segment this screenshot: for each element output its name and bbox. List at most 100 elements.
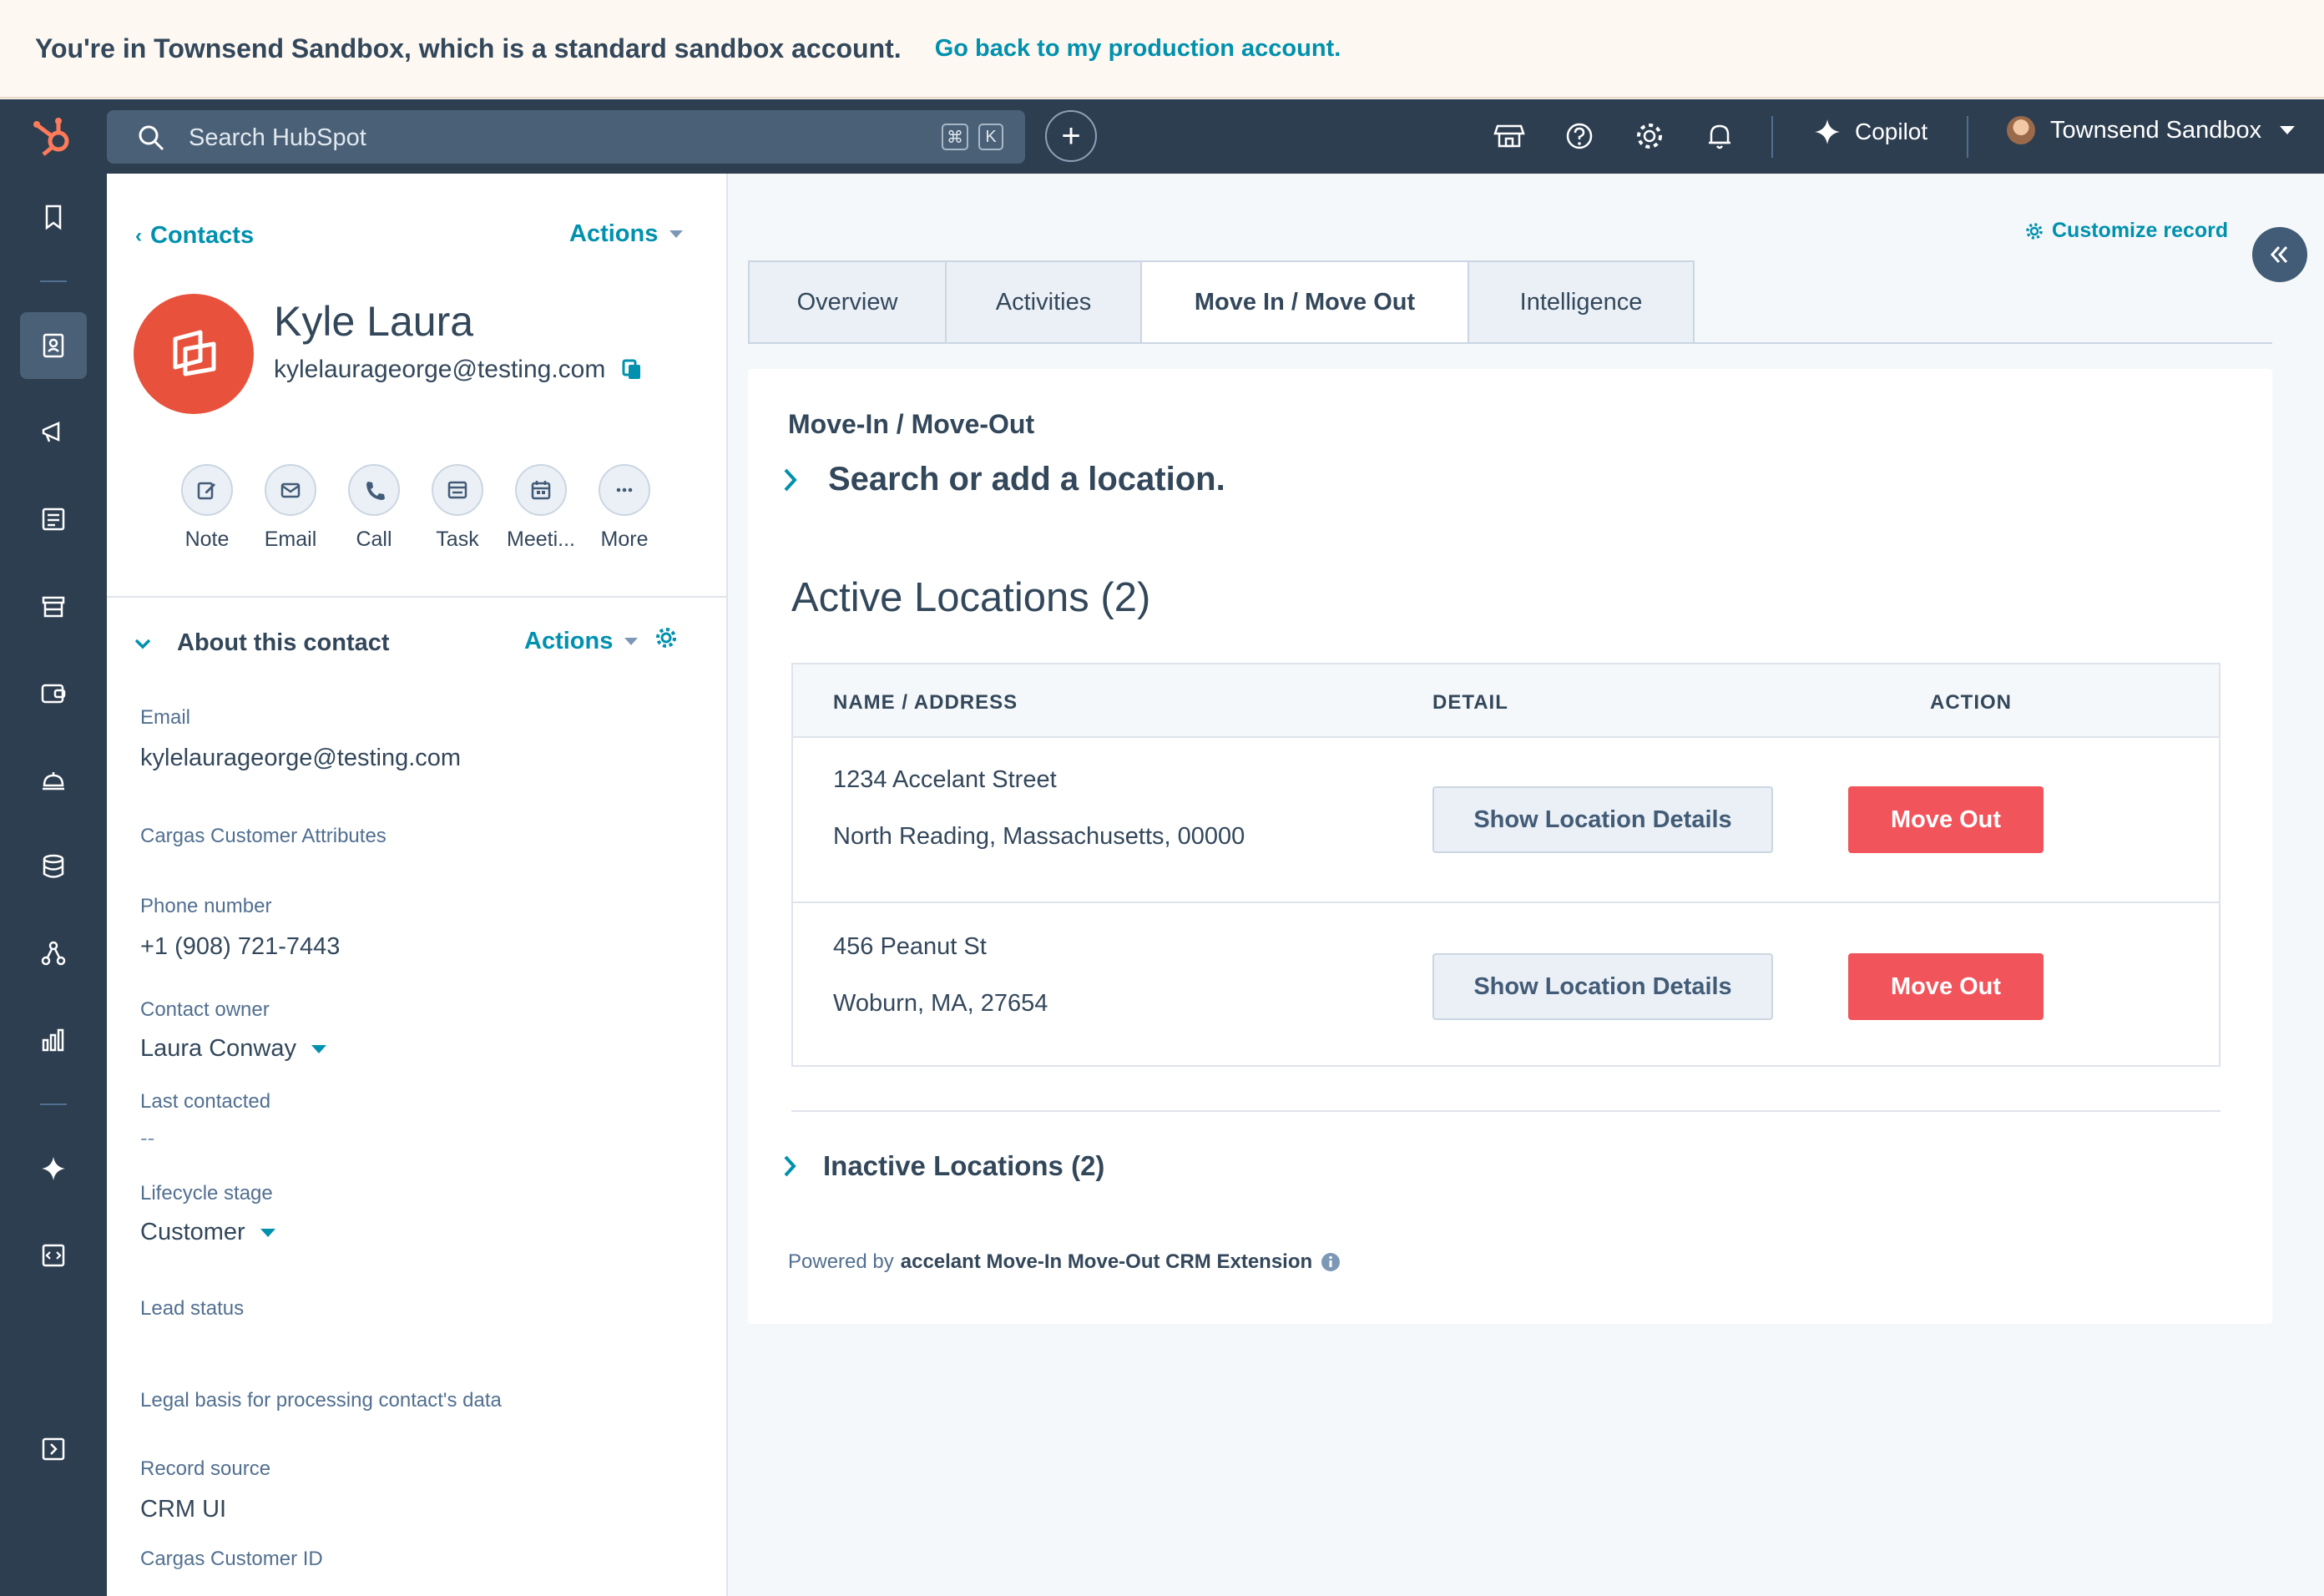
sidebar-item-breeze[interactable] bbox=[20, 1135, 87, 1202]
record-sidebar: ‹ Contacts Actions Kyle Laura kylelaurag… bbox=[107, 174, 728, 1596]
more-dots-icon bbox=[616, 487, 633, 492]
call-button[interactable] bbox=[348, 464, 400, 516]
show-location-details-button[interactable]: Show Location Details bbox=[1432, 953, 1773, 1020]
sidebar-divider bbox=[40, 280, 67, 282]
contact-owner-dropdown[interactable]: Laura Conway bbox=[140, 1035, 326, 1063]
settings-gear-icon[interactable] bbox=[1633, 119, 1666, 153]
chevron-right-icon bbox=[784, 468, 797, 491]
about-actions-dropdown[interactable]: Actions bbox=[524, 628, 639, 655]
address-line-1: 456 Peanut St bbox=[833, 933, 987, 960]
hubspot-logo-icon[interactable] bbox=[30, 116, 77, 158]
lifecycle-stage-dropdown[interactable]: Customer bbox=[140, 1219, 275, 1246]
tab-intelligence[interactable]: Intelligence bbox=[1468, 260, 1695, 344]
active-locations-title: Active Locations (2) bbox=[791, 575, 1151, 620]
chevron-right-icon bbox=[784, 1155, 796, 1177]
quick-action-more[interactable]: More bbox=[583, 464, 666, 552]
notifications-bell-icon[interactable] bbox=[1703, 119, 1736, 153]
quick-action-note[interactable]: Note bbox=[165, 464, 249, 552]
settings-gear-icon[interactable] bbox=[654, 626, 678, 649]
copilot-button[interactable]: Copilot bbox=[1813, 118, 1927, 146]
about-section-toggle[interactable]: About this contact bbox=[134, 629, 390, 657]
quick-action-task[interactable]: Task bbox=[416, 464, 499, 552]
storefront-icon bbox=[42, 596, 65, 618]
phone-number-value[interactable]: +1 (908) 721-7443 bbox=[140, 933, 340, 961]
task-button[interactable] bbox=[432, 464, 483, 516]
sidebar-item-service[interactable] bbox=[20, 746, 87, 813]
sidebar-item-automation[interactable] bbox=[20, 920, 87, 987]
quick-action-label: Email bbox=[264, 528, 317, 551]
collapse-panel-button[interactable] bbox=[2252, 227, 2307, 282]
property-label: Email bbox=[140, 706, 191, 729]
chevron-down-icon bbox=[2280, 126, 2296, 134]
sidebar-item-sales[interactable] bbox=[20, 659, 87, 726]
tab-activities[interactable]: Activities bbox=[945, 260, 1142, 344]
account-menu[interactable]: Townsend Sandbox bbox=[2007, 116, 2296, 144]
inactive-locations-toggle[interactable]: Inactive Locations (2) bbox=[781, 1150, 1104, 1182]
quick-action-meeting[interactable]: Meeti... bbox=[499, 464, 583, 552]
chevron-down-icon bbox=[134, 639, 151, 649]
sparkle-icon bbox=[1815, 119, 1840, 144]
phone-icon bbox=[366, 482, 385, 500]
marketplace-icon[interactable] bbox=[1493, 119, 1526, 153]
sidebar-nav bbox=[0, 174, 107, 1596]
sidebar-item-commerce[interactable] bbox=[20, 573, 87, 639]
quick-action-label: Note bbox=[184, 528, 230, 551]
move-out-button[interactable]: Move Out bbox=[1848, 786, 2044, 853]
caret-down-icon bbox=[624, 638, 639, 645]
search-location-toggle[interactable]: Search or add a location. bbox=[781, 461, 1225, 498]
scroll-fade bbox=[107, 1563, 726, 1596]
quick-action-call[interactable]: Call bbox=[332, 464, 416, 552]
info-icon[interactable] bbox=[1321, 1252, 1341, 1272]
back-to-contacts-link[interactable]: ‹ Contacts bbox=[135, 222, 254, 250]
wallet-icon bbox=[41, 684, 66, 704]
record-actions-dropdown[interactable]: Actions bbox=[569, 220, 684, 248]
record-source-value: CRM UI bbox=[140, 1496, 227, 1523]
create-new-button[interactable]: + bbox=[1045, 110, 1097, 162]
property-label: Last contacted bbox=[140, 1090, 271, 1113]
global-search[interactable]: ⌘ K bbox=[107, 110, 1025, 164]
content-icon bbox=[42, 508, 65, 531]
address-line-2: North Reading, Massachusetts, 00000 bbox=[833, 823, 1245, 850]
show-location-details-button[interactable]: Show Location Details bbox=[1432, 786, 1773, 853]
sidebar-item-reporting[interactable] bbox=[20, 1007, 87, 1073]
lifecycle-stage-value: Customer bbox=[140, 1219, 245, 1245]
note-button[interactable] bbox=[181, 464, 233, 516]
record-tabs: Overview Activities Move In / Move Out I… bbox=[748, 260, 1695, 344]
sidebar-item-content[interactable] bbox=[20, 486, 87, 553]
expand-icon bbox=[42, 1437, 65, 1461]
customize-record-link[interactable]: Customize record bbox=[2025, 219, 2228, 243]
meeting-button[interactable] bbox=[515, 464, 567, 516]
search-input[interactable] bbox=[187, 120, 942, 155]
actions-label: Actions bbox=[569, 220, 659, 247]
email-button[interactable] bbox=[265, 464, 316, 516]
company-logo-icon bbox=[173, 330, 216, 376]
sidebar-divider bbox=[40, 1104, 67, 1105]
email-value[interactable]: kylelaurageorge@testing.com bbox=[140, 745, 461, 772]
tab-overview[interactable]: Overview bbox=[748, 260, 947, 344]
quick-action-label: Task bbox=[436, 528, 479, 551]
move-out-button[interactable]: Move Out bbox=[1848, 953, 2044, 1020]
sidebar-item-data[interactable] bbox=[20, 833, 87, 900]
sidebar-item-development[interactable] bbox=[20, 1222, 87, 1289]
help-icon[interactable] bbox=[1563, 119, 1596, 153]
tab-move-in-move-out[interactable]: Move In / Move Out bbox=[1140, 260, 1469, 344]
copy-icon[interactable] bbox=[622, 359, 642, 381]
caret-down-icon bbox=[669, 230, 684, 238]
command-key-hint: ⌘ bbox=[942, 124, 968, 150]
code-icon bbox=[42, 1244, 65, 1267]
last-contacted-value: -- bbox=[140, 1125, 155, 1150]
sidebar-item-marketing[interactable] bbox=[20, 399, 87, 466]
quick-action-email[interactable]: Email bbox=[249, 464, 332, 552]
workflow-icon bbox=[41, 941, 66, 966]
sidebar-item-contacts[interactable] bbox=[20, 312, 87, 379]
quick-action-label: Meeti... bbox=[507, 528, 575, 551]
production-account-link[interactable]: Go back to my production account. bbox=[935, 35, 1341, 63]
sidebar-expand-button[interactable] bbox=[20, 1416, 87, 1482]
column-header: NAME / ADDRESS bbox=[833, 691, 1018, 714]
megaphone-icon bbox=[42, 422, 60, 442]
tab-underline bbox=[748, 342, 2272, 344]
more-button[interactable] bbox=[599, 464, 650, 516]
sidebar-item-bookmarks[interactable] bbox=[20, 184, 87, 250]
table-row: 1234 Accelant Street North Reading, Mass… bbox=[793, 738, 2219, 903]
contact-name: Kyle Laura bbox=[274, 298, 474, 345]
